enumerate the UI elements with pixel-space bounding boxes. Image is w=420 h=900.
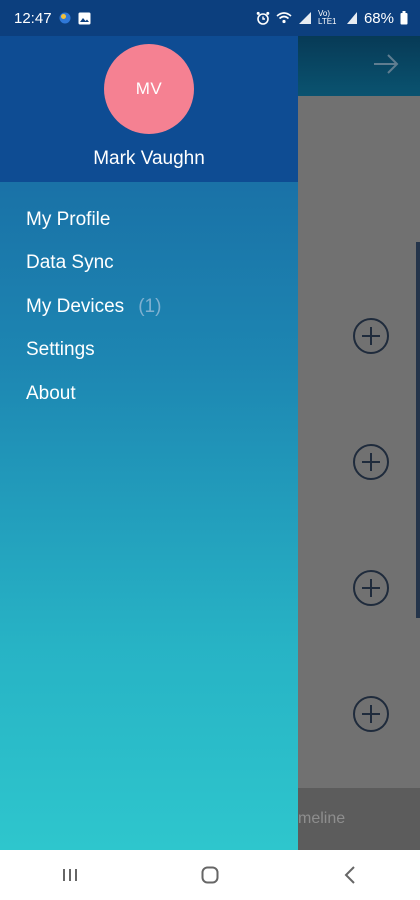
screen: 12:47 Vo) LTE1 68% meline MV Mark Vaughn… [0, 0, 420, 900]
menu-item-about[interactable]: About [0, 372, 298, 416]
status-bar: 12:47 Vo) LTE1 68% [0, 0, 420, 36]
signal-icon-2 [346, 11, 358, 25]
add-circle-icon[interactable] [352, 443, 390, 481]
avatar-initials: MV [135, 79, 163, 98]
add-circle-icon[interactable] [352, 569, 390, 607]
battery-percent: 68% [363, 9, 394, 27]
drawer-header: MV Mark Vaughn [0, 36, 298, 182]
back-icon[interactable] [330, 855, 370, 895]
background-bottom-tab[interactable]: meline [298, 788, 420, 850]
scroll-indicator [416, 242, 420, 618]
background-app: meline [298, 36, 420, 850]
status-time: 12:47 [14, 9, 52, 27]
wifi-icon [276, 11, 292, 25]
signal-icon [298, 11, 312, 25]
menu-item-label: Settings [26, 339, 95, 361]
device-count-badge: (1) [138, 295, 162, 317]
menu-item-label: My Profile [26, 208, 111, 230]
status-bar-right: Vo) LTE1 68% [256, 10, 408, 27]
menu-item-settings[interactable]: Settings [0, 329, 298, 373]
add-circle-icon[interactable] [352, 317, 390, 355]
avatar[interactable]: MV [104, 44, 194, 134]
battery-icon [400, 11, 408, 25]
alarm-icon [256, 11, 270, 25]
menu-item-label: My Devices [26, 295, 125, 317]
bottom-tab-label: meline [298, 810, 346, 827]
background-content [298, 96, 420, 788]
menu-item-data-sync[interactable]: Data Sync [0, 242, 298, 286]
menu-item-my-profile[interactable]: My Profile [0, 198, 298, 242]
navigation-drawer: MV Mark Vaughn My Profile Data Sync My D… [0, 36, 298, 850]
system-nav-bar [0, 850, 420, 900]
user-name: Mark Vaughn [93, 148, 205, 169]
menu-item-label: Data Sync [26, 252, 114, 274]
drawer-menu: My Profile Data Sync My Devices (1) Sett… [0, 198, 298, 416]
menu-item-my-devices[interactable]: My Devices (1) [0, 285, 298, 329]
status-bar-left: 12:47 [14, 10, 91, 27]
menu-item-label: About [26, 382, 76, 404]
arrow-right-icon[interactable] [372, 52, 400, 81]
home-icon[interactable] [190, 855, 230, 895]
recent-apps-icon[interactable] [50, 855, 90, 895]
add-circle-icon[interactable] [352, 695, 390, 733]
background-header [298, 36, 420, 96]
gallery-icon [78, 12, 91, 25]
network-label: Vo) LTE1 [317, 9, 337, 26]
weather-icon [58, 11, 72, 25]
